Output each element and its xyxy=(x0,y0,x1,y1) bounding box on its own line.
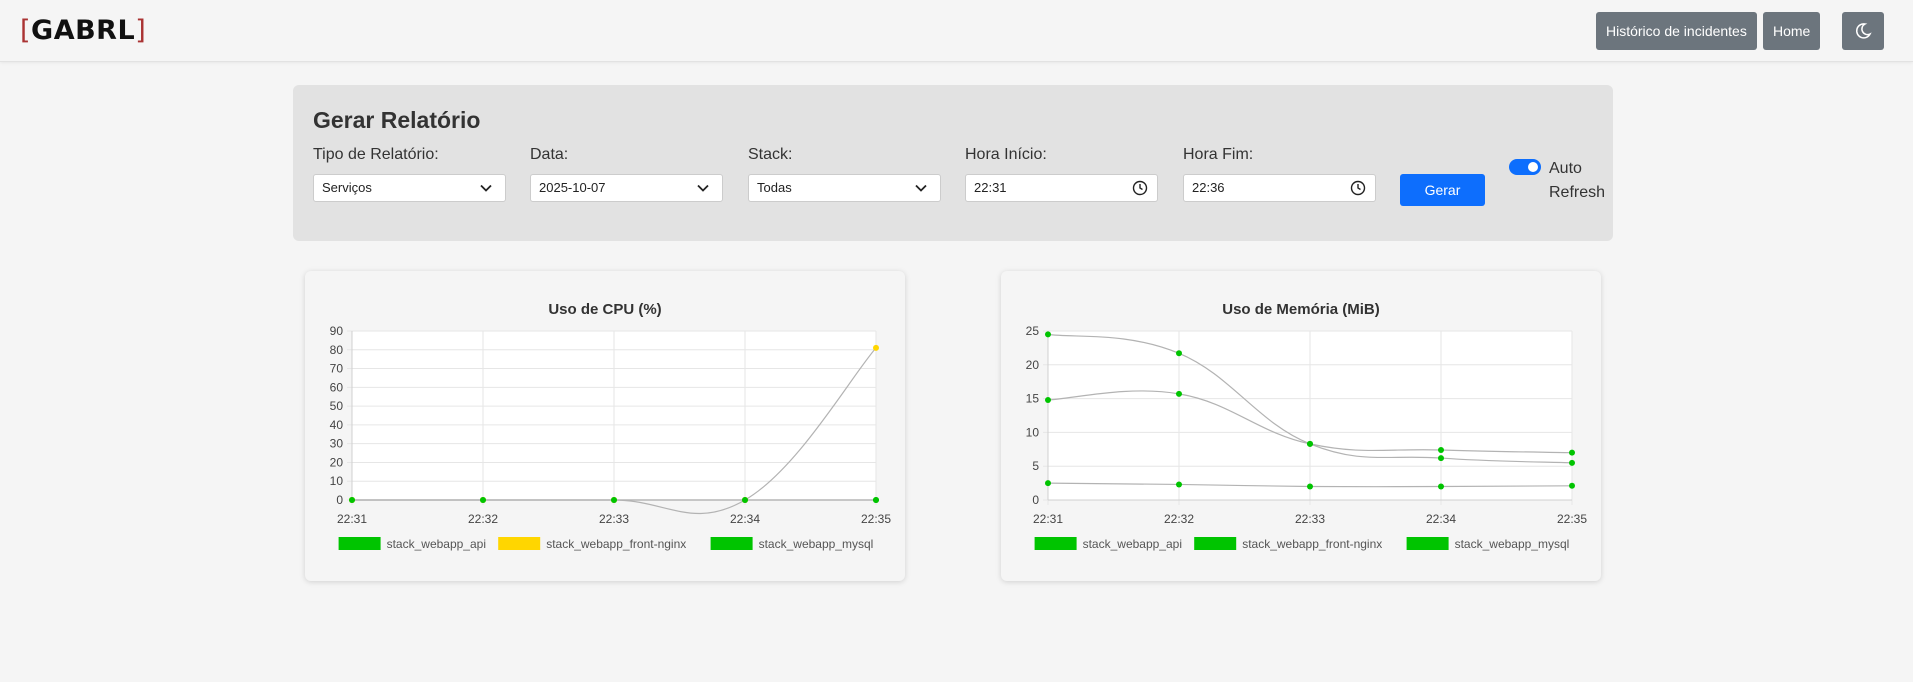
history-button[interactable]: Histórico de incidentes xyxy=(1596,12,1757,50)
report-title: Gerar Relatório xyxy=(313,107,481,133)
y-tick-label: 5 xyxy=(1032,459,1039,473)
memory-chart-card: Uso de Memória (MiB) 0 5 10 15 20 25 22:31 22:32… xyxy=(1001,271,1601,581)
date-label: Data: xyxy=(530,146,569,163)
legend-label: stack_webapp_mysql xyxy=(1455,537,1570,551)
data-point xyxy=(1438,483,1444,490)
data-point xyxy=(349,497,355,503)
x-tick-label: 22:33 xyxy=(1295,512,1325,526)
legend-label: stack_webapp_front-nginx xyxy=(1242,537,1382,551)
report-panel: Gerar Relatório Tipo de Relatório: Servi… xyxy=(293,85,1613,241)
data-point xyxy=(742,497,748,503)
data-point xyxy=(1438,455,1444,462)
data-point xyxy=(1045,480,1051,487)
chart-title: Uso de CPU (%) xyxy=(548,301,661,318)
data-point xyxy=(1307,440,1313,447)
top-navbar: [GABRL] Histórico de incidentes Home xyxy=(0,0,1913,62)
stack-value: Todas xyxy=(757,180,792,195)
logo-text: GABRL xyxy=(31,15,136,46)
data-point xyxy=(873,497,879,503)
chart-title: Uso de Memória (MiB) xyxy=(1222,301,1380,318)
clock-icon[interactable] xyxy=(1132,180,1148,196)
data-point xyxy=(1176,481,1182,488)
data-point xyxy=(1307,483,1313,490)
data-point xyxy=(1176,390,1182,397)
data-point xyxy=(1569,449,1575,456)
data-point xyxy=(1438,446,1444,453)
start-time-label: Hora Início: xyxy=(965,146,1047,163)
y-tick-label: 60 xyxy=(330,380,344,394)
y-tick-label: 0 xyxy=(336,493,343,507)
x-tick-label: 22:35 xyxy=(1557,512,1587,526)
y-tick-label: 10 xyxy=(1026,425,1040,439)
y-tick-label: 90 xyxy=(330,324,344,338)
report-type-select[interactable]: Serviços xyxy=(313,174,506,202)
x-tick-label: 22:34 xyxy=(1426,512,1456,526)
data-point xyxy=(1569,459,1575,466)
stack-select[interactable]: Todas xyxy=(748,174,941,202)
legend-label: stack_webapp_api xyxy=(387,537,486,551)
y-tick-label: 20 xyxy=(330,455,344,469)
legend-swatch xyxy=(710,537,753,550)
y-tick-label: 25 xyxy=(1026,324,1040,338)
cpu-chart-card: Uso de CPU (%) 0 10 20 30 40 50 60 70 80 90 22:31 22… xyxy=(305,271,905,581)
x-tick-label: 22:35 xyxy=(861,512,891,526)
data-point xyxy=(611,497,617,503)
legend-swatch xyxy=(1406,537,1449,550)
data-point xyxy=(1176,350,1182,357)
legend-swatch xyxy=(1034,537,1077,550)
legend-label: stack_webapp_mysql xyxy=(759,537,874,551)
x-tick-label: 22:34 xyxy=(730,512,760,526)
logo[interactable]: [GABRL] xyxy=(20,16,146,46)
legend-label: stack_webapp_front-nginx xyxy=(546,537,686,551)
y-tick-label: 15 xyxy=(1026,392,1040,406)
end-time-input[interactable]: 22:36 xyxy=(1183,174,1376,202)
y-tick-label: 10 xyxy=(330,474,344,488)
y-tick-label: 40 xyxy=(330,418,344,432)
y-tick-label: 70 xyxy=(330,362,344,376)
auto-refresh-label: Auto Refresh xyxy=(1549,160,1606,201)
theme-toggle-button[interactable] xyxy=(1842,12,1884,50)
x-tick-label: 22:31 xyxy=(1033,512,1063,526)
data-point xyxy=(1045,396,1051,403)
moon-icon xyxy=(1855,23,1872,39)
date-select[interactable]: 2025-10-07 xyxy=(530,174,723,202)
data-point xyxy=(1569,482,1575,489)
date-value: 2025-10-07 xyxy=(539,180,606,195)
memory-chart: Uso de Memória (MiB) 0 5 10 15 20 25 22:31 22:32… xyxy=(1026,301,1588,551)
cpu-chart: Uso de CPU (%) 0 10 20 30 40 50 60 70 80 90 22:31 22… xyxy=(330,301,892,551)
y-tick-label: 80 xyxy=(330,343,344,357)
legend-swatch xyxy=(498,537,541,550)
x-tick-label: 22:32 xyxy=(468,512,498,526)
chevron-down-icon xyxy=(697,184,709,192)
home-button[interactable]: Home xyxy=(1763,12,1821,50)
end-time-label: Hora Fim: xyxy=(1183,146,1254,163)
legend-swatch xyxy=(1194,537,1237,550)
toggle-knob xyxy=(1528,162,1538,172)
data-point xyxy=(873,344,879,351)
x-tick-label: 22:31 xyxy=(337,512,367,526)
y-tick-label: 50 xyxy=(330,399,344,413)
chevron-down-icon xyxy=(480,184,492,192)
y-tick-label: 20 xyxy=(1026,358,1040,372)
y-tick-label: 0 xyxy=(1032,493,1039,507)
legend-label: stack_webapp_api xyxy=(1083,537,1182,551)
clock-icon[interactable] xyxy=(1350,180,1366,196)
x-tick-label: 22:33 xyxy=(599,512,629,526)
end-time-value: 22:36 xyxy=(1192,180,1225,195)
data-point xyxy=(1045,331,1051,338)
type-label: Tipo de Relatório: xyxy=(313,146,439,163)
y-tick-label: 30 xyxy=(330,437,344,451)
stack-label: Stack: xyxy=(748,146,793,163)
legend-swatch xyxy=(338,537,381,550)
start-time-value: 22:31 xyxy=(974,180,1007,195)
x-tick-label: 22:32 xyxy=(1164,512,1194,526)
report-type-value: Serviços xyxy=(322,180,372,195)
chevron-down-icon xyxy=(915,184,927,192)
start-time-input[interactable]: 22:31 xyxy=(965,174,1158,202)
data-point xyxy=(480,497,486,503)
auto-refresh-toggle[interactable] xyxy=(1509,159,1541,175)
generate-button[interactable]: Gerar xyxy=(1400,174,1485,206)
